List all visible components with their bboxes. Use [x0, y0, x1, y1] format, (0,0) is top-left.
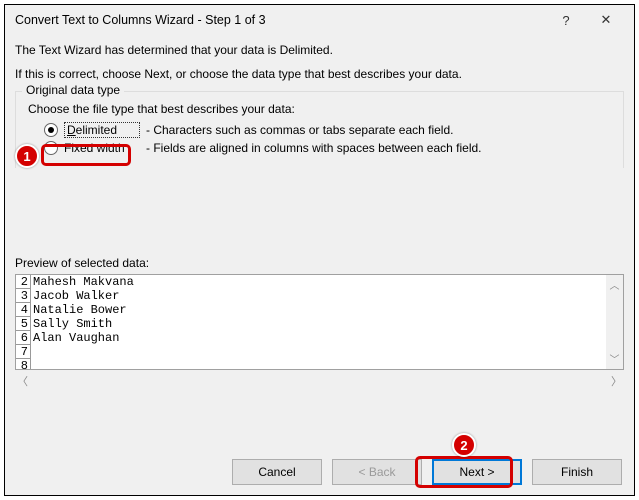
- annotation-callout-1: 1: [15, 144, 39, 168]
- original-data-type-group: Original data type Choose the file type …: [15, 91, 624, 168]
- table-row: 6Alan Vaughan: [16, 331, 605, 345]
- radio-delimited-label: Delimited: [64, 122, 140, 138]
- scroll-down-icon[interactable]: ﹀: [610, 351, 620, 367]
- next-button[interactable]: Next >: [432, 459, 522, 485]
- group-legend: Original data type: [22, 83, 124, 97]
- table-row: 8: [16, 359, 605, 370]
- close-button[interactable]: ✕: [586, 6, 626, 34]
- radio-delimited[interactable]: [44, 123, 58, 137]
- radio-delimited-row[interactable]: Delimited - Characters such as commas or…: [44, 122, 613, 138]
- radio-fixed-width[interactable]: [44, 141, 58, 155]
- button-row: Cancel < Back Next > Finish: [232, 459, 622, 485]
- back-button: < Back: [332, 459, 422, 485]
- intro-text-2: If this is correct, choose Next, or choo…: [15, 67, 624, 81]
- help-button[interactable]: ?: [546, 6, 586, 34]
- finish-button[interactable]: Finish: [532, 459, 622, 485]
- scroll-left-icon[interactable]: 〈: [17, 373, 28, 389]
- dialog-title: Convert Text to Columns Wizard - Step 1 …: [15, 13, 546, 27]
- table-row: 7: [16, 345, 605, 359]
- preview-box: 2Mahesh Makvana 3Jacob Walker 4Natalie B…: [15, 274, 624, 370]
- dialog-content: The Text Wizard has determined that your…: [5, 35, 634, 390]
- intro-text-1: The Text Wizard has determined that your…: [15, 43, 624, 57]
- scroll-right-icon[interactable]: 〉: [611, 373, 622, 389]
- scroll-up-icon[interactable]: ︿: [610, 277, 620, 293]
- table-row: 2Mahesh Makvana: [16, 275, 605, 289]
- dialog-window: Convert Text to Columns Wizard - Step 1 …: [4, 4, 635, 496]
- vertical-scrollbar[interactable]: ︿ ﹀: [606, 275, 623, 369]
- radio-fixed-width-row[interactable]: Fixed width - Fields are aligned in colu…: [44, 141, 613, 155]
- preview-grid: 2Mahesh Makvana 3Jacob Walker 4Natalie B…: [16, 275, 605, 369]
- horizontal-scrollbar[interactable]: 〈 〉: [15, 372, 624, 390]
- table-row: 3Jacob Walker: [16, 289, 605, 303]
- titlebar: Convert Text to Columns Wizard - Step 1 …: [5, 5, 634, 35]
- choose-prompt: Choose the file type that best describes…: [28, 102, 613, 116]
- radio-fixed-width-desc: - Fields are aligned in columns with spa…: [146, 141, 482, 155]
- table-row: 5Sally Smith: [16, 317, 605, 331]
- annotation-callout-2: 2: [452, 433, 476, 457]
- radio-fixed-width-label: Fixed width: [64, 141, 140, 155]
- table-row: 4Natalie Bower: [16, 303, 605, 317]
- radio-delimited-desc: - Characters such as commas or tabs sepa…: [146, 123, 453, 137]
- preview-label: Preview of selected data:: [15, 256, 624, 270]
- cancel-button[interactable]: Cancel: [232, 459, 322, 485]
